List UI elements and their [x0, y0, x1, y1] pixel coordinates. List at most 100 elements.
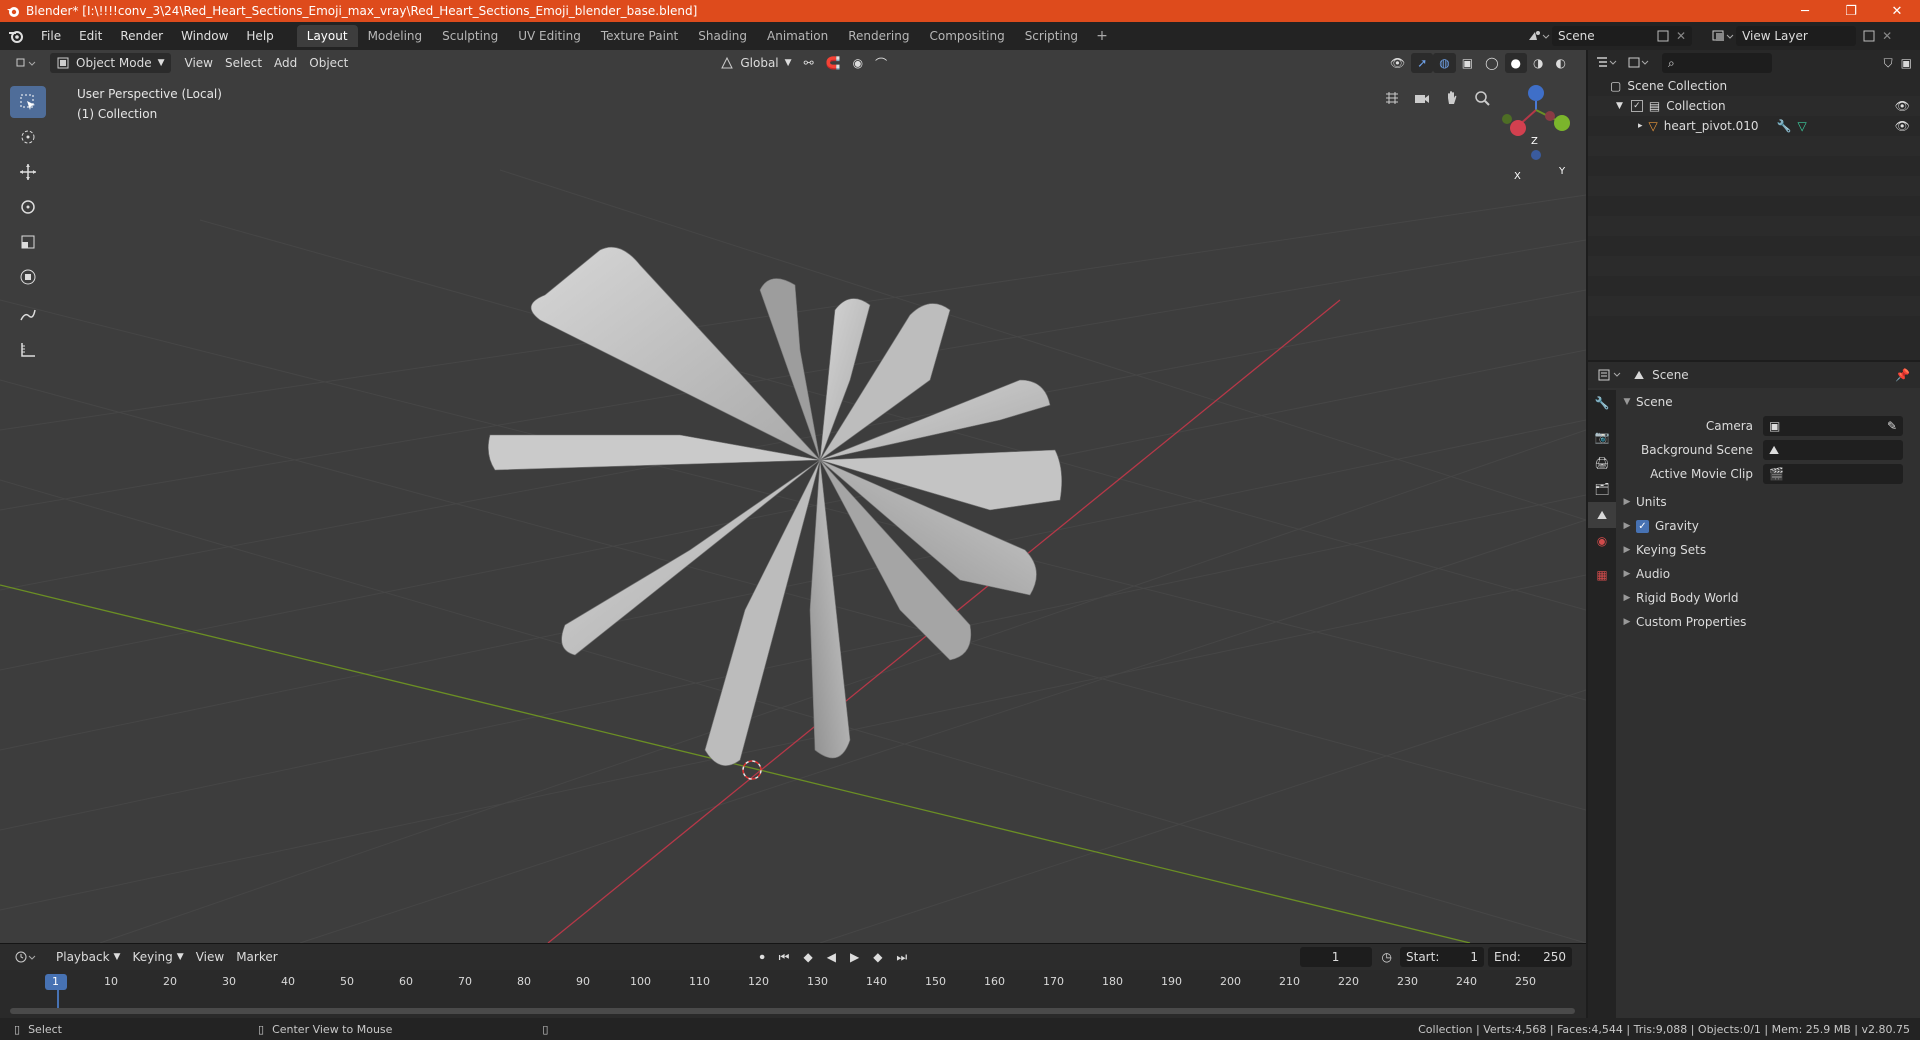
menu-file[interactable]: File: [32, 22, 70, 50]
3d-viewport[interactable]: Z X Y Object Mode ▼ View Select Add Obje…: [0, 50, 1586, 943]
new-view-layer-icon[interactable]: [1860, 28, 1878, 44]
falloff-icon[interactable]: ⌒: [869, 53, 893, 73]
measure-tool[interactable]: [10, 334, 46, 366]
minimize-button[interactable]: ─: [1782, 0, 1828, 22]
texture-tab-icon[interactable]: ▦: [1588, 562, 1616, 588]
render-tab-icon[interactable]: 📷: [1588, 424, 1616, 450]
zoom-view-icon[interactable]: [1468, 84, 1496, 112]
menu-view[interactable]: View: [179, 53, 219, 73]
outliner-search-input[interactable]: ⌕: [1662, 53, 1772, 73]
play-icon[interactable]: ▶: [844, 947, 865, 967]
record-icon[interactable]: ⏺: [754, 947, 771, 967]
current-frame-field[interactable]: 1: [1299, 947, 1372, 967]
mesh-data-icon[interactable]: ▽: [1798, 119, 1807, 133]
rigid-body-world-panel[interactable]: ▶ Rigid Body World: [1618, 586, 1918, 610]
solid-shading-icon[interactable]: ●: [1504, 53, 1528, 73]
menu-window[interactable]: Window: [172, 22, 237, 50]
gravity-checkbox[interactable]: ✓: [1636, 519, 1649, 533]
audio-panel[interactable]: ▶ Audio: [1618, 562, 1918, 586]
cursor-tool[interactable]: [10, 121, 46, 153]
jump-start-icon[interactable]: ⏮: [773, 947, 796, 967]
pivot-point-icon[interactable]: ⚯: [798, 53, 820, 73]
tab-compositing[interactable]: Compositing: [919, 25, 1014, 47]
tab-uv-editing[interactable]: UV Editing: [508, 25, 591, 47]
new-collection-icon[interactable]: ▣: [1901, 56, 1912, 70]
new-scene-icon[interactable]: [1654, 28, 1672, 44]
rotate-tool[interactable]: [10, 191, 46, 223]
custom-properties-panel[interactable]: ▶ Custom Properties: [1618, 610, 1918, 634]
scene-tab-icon[interactable]: ⛰: [1588, 502, 1616, 528]
gizmo-toggle-icon[interactable]: ➚: [1411, 53, 1434, 73]
transform-tool[interactable]: [10, 261, 46, 293]
tab-rendering[interactable]: Rendering: [838, 25, 919, 47]
background-scene-field[interactable]: ⛰: [1763, 440, 1903, 460]
world-tab-icon[interactable]: ◉: [1588, 528, 1616, 554]
wireframe-shading-icon[interactable]: ◯: [1479, 53, 1504, 73]
outliner-editor-type-icon[interactable]: [1594, 55, 1620, 71]
keying-sets-panel[interactable]: ▶ Keying Sets: [1618, 538, 1918, 562]
active-movie-clip-field[interactable]: 🎬: [1763, 464, 1903, 484]
play-reverse-icon[interactable]: ◀: [821, 947, 842, 967]
tab-animation[interactable]: Animation: [757, 25, 838, 47]
keying-menu[interactable]: Keying ▼: [126, 947, 189, 967]
eye-icon[interactable]: 👁: [1895, 99, 1910, 113]
collection-checkbox[interactable]: ✓: [1630, 100, 1643, 112]
editor-type-button[interactable]: [8, 53, 44, 73]
view-layer-icon[interactable]: [1710, 28, 1736, 44]
output-tab-icon[interactable]: 🖨: [1588, 450, 1616, 476]
menu-render[interactable]: Render: [111, 22, 172, 50]
delete-view-layer-icon[interactable]: ✕: [1882, 29, 1892, 43]
scene-icon[interactable]: [1526, 28, 1552, 44]
tab-sculpting[interactable]: Sculpting: [432, 25, 508, 47]
tab-scripting[interactable]: Scripting: [1015, 25, 1088, 47]
navigation-gizmo[interactable]: [1502, 85, 1570, 160]
pan-view-icon[interactable]: [1438, 84, 1466, 112]
end-frame-field[interactable]: End: 250: [1488, 947, 1572, 967]
preview-range-icon[interactable]: ◷: [1376, 947, 1398, 967]
next-keyframe-icon[interactable]: ◆: [867, 947, 888, 967]
rendered-shading-icon[interactable]: ◐: [1550, 53, 1572, 73]
gravity-panel[interactable]: ▶ ✓ Gravity: [1618, 514, 1918, 538]
marker-menu[interactable]: Marker: [230, 947, 283, 967]
eyedropper-icon[interactable]: ✎: [1887, 419, 1897, 433]
blender-menu-icon[interactable]: [0, 22, 32, 50]
timeline-view-menu[interactable]: View: [190, 947, 230, 967]
filter-icon[interactable]: ⛉: [1884, 56, 1893, 71]
select-box-tool[interactable]: [10, 86, 46, 118]
menu-edit[interactable]: Edit: [70, 22, 111, 50]
visibility-icon[interactable]: 👁: [1384, 53, 1411, 73]
menu-help[interactable]: Help: [237, 22, 282, 50]
tab-texture-paint[interactable]: Texture Paint: [591, 25, 688, 47]
view-layer-field[interactable]: View Layer: [1736, 26, 1857, 46]
prev-keyframe-icon[interactable]: ◆: [797, 947, 818, 967]
grid-view-icon[interactable]: [1378, 84, 1406, 112]
delete-scene-icon[interactable]: ✕: [1676, 29, 1686, 43]
display-mode-icon[interactable]: [1626, 55, 1652, 71]
menu-add[interactable]: Add: [268, 53, 303, 73]
tab-layout[interactable]: Layout: [296, 25, 358, 47]
camera-field[interactable]: ▣ ✎: [1763, 416, 1903, 436]
outliner-row-object[interactable]: ▸ ▽ heart_pivot.010 🔧 ▽ 👁: [1588, 116, 1920, 136]
tab-modeling[interactable]: Modeling: [358, 25, 433, 47]
eye-icon[interactable]: 👁: [1895, 119, 1910, 133]
outliner-row-collection[interactable]: ▼ ✓ ▤ Collection 👁: [1588, 96, 1920, 116]
pin-icon[interactable]: 📌: [1895, 368, 1910, 382]
scale-tool[interactable]: [10, 226, 46, 258]
add-workspace-button[interactable]: +: [1088, 28, 1116, 44]
tab-shading[interactable]: Shading: [688, 25, 757, 47]
xray-icon[interactable]: ▣: [1456, 53, 1479, 73]
view-layer-tab-icon[interactable]: 🗂: [1588, 476, 1616, 502]
camera-view-icon[interactable]: [1408, 84, 1436, 112]
annotate-tool[interactable]: [10, 299, 46, 331]
expand-arrow-icon[interactable]: ▸: [1638, 121, 1643, 131]
timeline-scrollbar[interactable]: [10, 1008, 1575, 1014]
overlay-toggle-icon[interactable]: ◍: [1433, 53, 1456, 73]
menu-object[interactable]: Object: [303, 53, 354, 73]
outliner-row-scene-collection[interactable]: ▢ Scene Collection: [1588, 76, 1920, 96]
tool-tab-icon[interactable]: 🔧: [1588, 390, 1616, 416]
close-button[interactable]: ✕: [1874, 0, 1920, 22]
snap-icon[interactable]: 🧲: [820, 53, 847, 73]
object-mode-dropdown[interactable]: Object Mode ▼: [50, 53, 171, 73]
expand-arrow-icon[interactable]: ▼: [1616, 101, 1623, 111]
properties-editor-type-icon[interactable]: [1596, 367, 1628, 383]
